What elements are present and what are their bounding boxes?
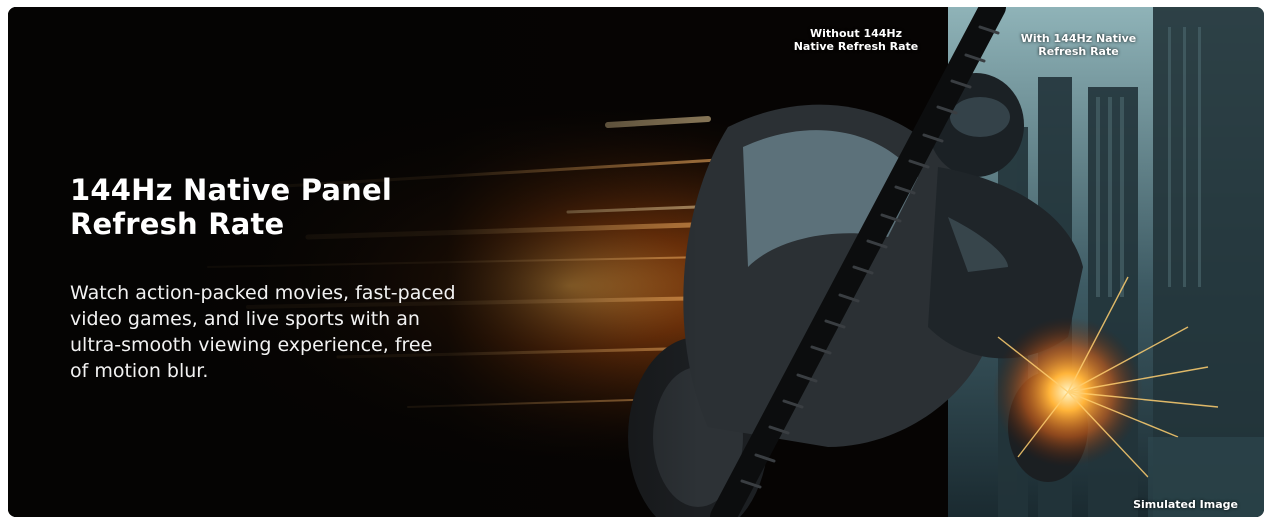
with-144hz-label: With 144Hz Native Refresh Rate <box>1006 32 1151 58</box>
without-144hz-label: Without 144Hz Native Refresh Rate <box>786 27 926 53</box>
description-line: Watch action-packed movies, fast-paced <box>70 282 456 304</box>
motorcycle-speed-scene <box>8 7 1264 517</box>
simulated-image-disclaimer: Simulated Image <box>1133 498 1238 511</box>
label-line: Native Refresh Rate <box>793 40 919 53</box>
description-line: ultra-smooth viewing experience, free <box>70 334 433 356</box>
description-line: of motion blur. <box>70 360 209 382</box>
feature-description: Watch action-packed movies, fast-paced v… <box>70 280 510 384</box>
label-line: With 144Hz Native <box>1020 32 1137 45</box>
heading-line: 144Hz Native Panel <box>70 173 392 207</box>
feature-heading: 144Hz Native Panel Refresh Rate <box>70 173 490 241</box>
heading-line: Refresh Rate <box>70 207 285 241</box>
description-line: video games, and live sports with an <box>70 308 420 330</box>
refresh-rate-banner: 144Hz Native Panel Refresh Rate Watch ac… <box>8 7 1264 517</box>
label-line: Without 144Hz <box>809 27 903 40</box>
label-line: Refresh Rate <box>1038 45 1119 58</box>
